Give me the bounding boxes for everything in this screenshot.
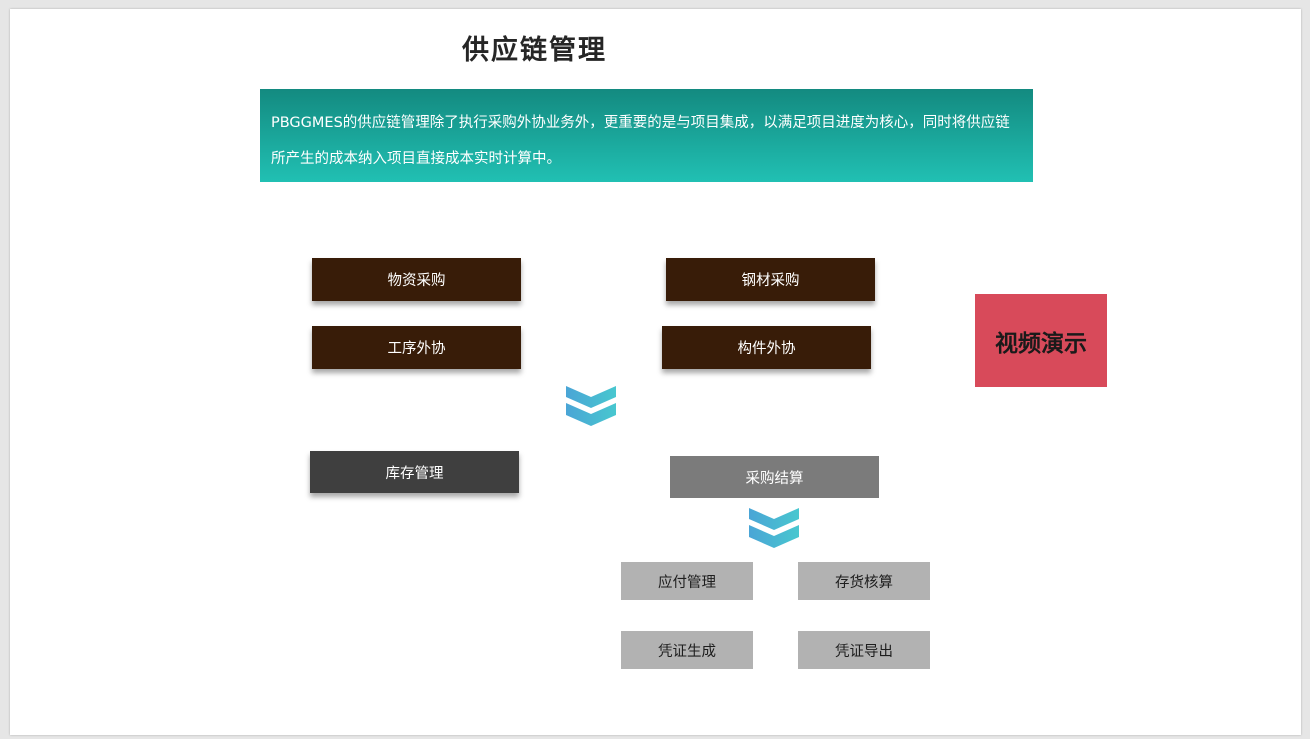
video-demo-button[interactable]: 视频演示 (975, 294, 1107, 387)
purchase-settlement-box[interactable]: 采购结算 (670, 456, 879, 498)
description-line-2: 所产生的成本纳入项目直接成本实时计算中。 (271, 151, 561, 167)
double-chevron-down-icon (749, 508, 799, 548)
material-purchase-box[interactable]: 物资采购 (312, 258, 521, 301)
inventory-management-box[interactable]: 库存管理 (310, 451, 519, 493)
process-outsourcing-box[interactable]: 工序外协 (312, 326, 521, 369)
component-outsourcing-box[interactable]: 构件外协 (662, 326, 871, 369)
description-panel: PBGGMES的供应链管理除了执行采购外协业务外，更重要的是与项目集成，以满足项… (260, 89, 1033, 182)
voucher-export-box[interactable]: 凭证导出 (798, 631, 930, 669)
voucher-generate-box[interactable]: 凭证生成 (621, 631, 753, 669)
double-chevron-down-icon (566, 386, 616, 426)
description-line-1: PBGGMES的供应链管理除了执行采购外协业务外，更重要的是与项目集成，以满足项… (271, 115, 1010, 131)
inventory-accounting-box[interactable]: 存货核算 (798, 562, 930, 600)
payables-management-box[interactable]: 应付管理 (621, 562, 753, 600)
steel-purchase-box[interactable]: 钢材采购 (666, 258, 875, 301)
page-title: 供应链管理 (462, 35, 607, 66)
